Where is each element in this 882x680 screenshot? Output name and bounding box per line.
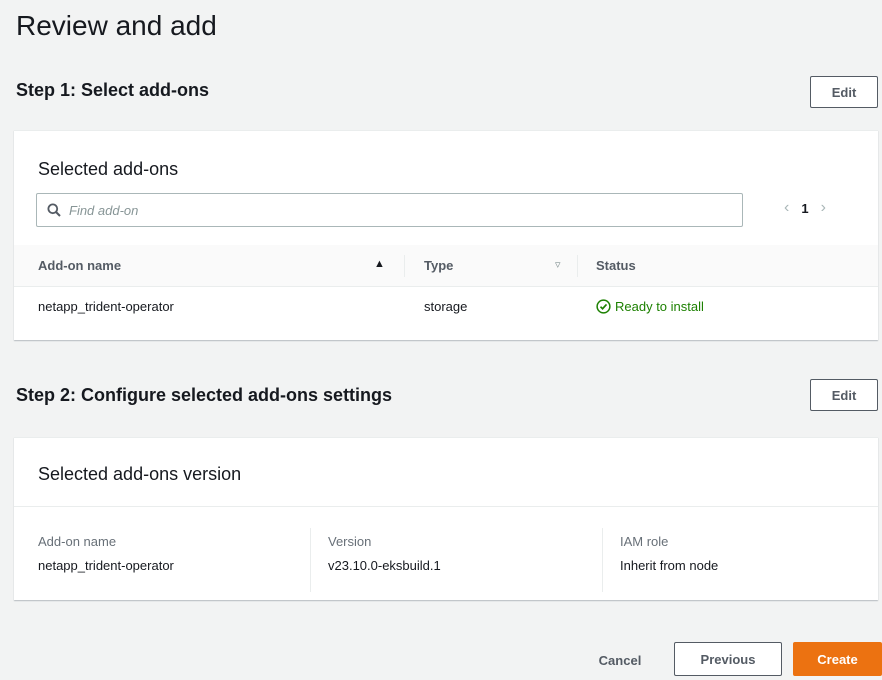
- addon-type-cell: storage: [424, 299, 468, 314]
- table-header: Add-on name ▲ Type ▿ Status: [14, 245, 878, 287]
- step2-edit-button[interactable]: Edit: [810, 379, 878, 411]
- section-divider: [14, 506, 878, 507]
- search-input[interactable]: [69, 202, 709, 218]
- column-divider: [310, 528, 311, 592]
- selected-addons-panel: Selected add-ons ‹ 1 › Add-on name ▲ Typ…: [14, 130, 878, 340]
- column-header-addon-name[interactable]: Add-on name: [38, 258, 121, 273]
- column-header-type[interactable]: Type: [424, 258, 453, 273]
- page-number[interactable]: 1: [801, 201, 808, 216]
- selected-addons-title: Selected add-ons: [38, 159, 179, 179]
- sort-ascending-icon[interactable]: ▲: [374, 258, 385, 270]
- page-title: Review and add: [16, 10, 217, 41]
- iam-role-value: Inherit from node: [620, 558, 719, 573]
- selected-addons-version-title: Selected add-ons version: [38, 464, 242, 484]
- version-value: v23.10.0-eksbuild.1: [328, 558, 441, 573]
- search-field[interactable]: [36, 193, 743, 227]
- chevron-right-icon[interactable]: ›: [821, 199, 826, 217]
- iam-role-label: IAM role: [620, 534, 669, 549]
- selected-addons-version-panel: Selected add-ons version Add-on name net…: [14, 437, 878, 600]
- column-divider: [577, 255, 578, 277]
- create-button[interactable]: Create: [793, 642, 882, 676]
- table-row: netapp_trident-operator storage Ready to…: [14, 287, 878, 327]
- cancel-button[interactable]: Cancel: [585, 644, 655, 676]
- column-divider: [404, 255, 405, 277]
- status-text: Ready to install: [615, 299, 704, 314]
- version-details: Add-on name netapp_trident-operator Vers…: [14, 520, 878, 600]
- chevron-left-icon[interactable]: ‹: [784, 199, 789, 217]
- pagination: ‹ 1 ›: [784, 199, 826, 217]
- column-header-status[interactable]: Status: [596, 258, 636, 273]
- step1-edit-button[interactable]: Edit: [810, 76, 878, 108]
- search-icon: [47, 203, 61, 217]
- addon-name-value: netapp_trident-operator: [38, 558, 174, 573]
- addon-name-label: Add-on name: [38, 534, 117, 549]
- step2-header: Step 2: Configure selected add-ons setti…: [16, 385, 393, 405]
- sort-descending-icon[interactable]: ▿: [555, 258, 561, 271]
- column-divider: [602, 528, 603, 592]
- addon-status-cell: Ready to install: [596, 299, 704, 314]
- addon-name-cell: netapp_trident-operator: [38, 299, 174, 314]
- success-check-icon: [596, 299, 611, 314]
- step1-header: Step 1: Select add-ons: [16, 80, 210, 100]
- version-label: Version: [328, 534, 372, 549]
- previous-button[interactable]: Previous: [674, 642, 782, 676]
